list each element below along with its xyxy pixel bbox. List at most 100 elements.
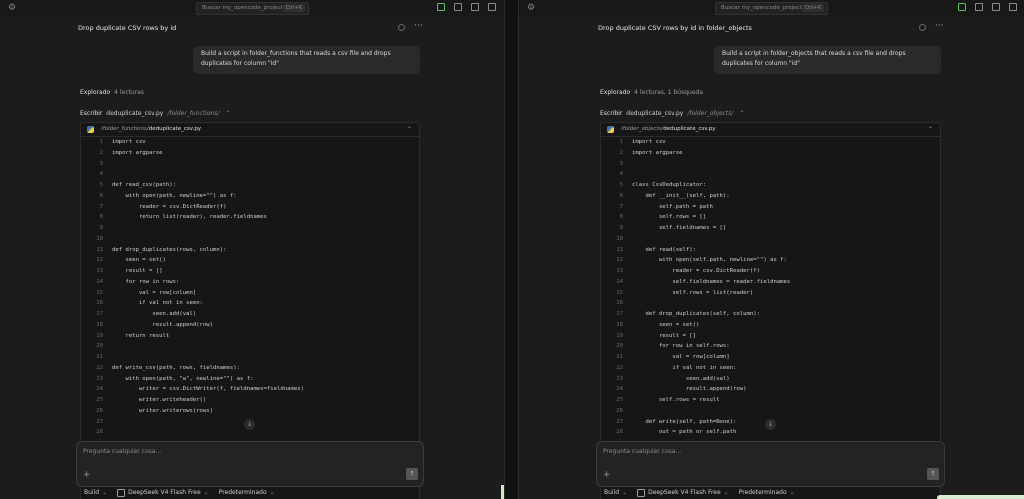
terminal-panel-icon[interactable]	[454, 3, 462, 11]
line-number: 26	[616, 407, 623, 414]
plus-icon[interactable]: +	[83, 471, 91, 480]
line-number: 20	[616, 343, 623, 350]
write-path: /folder_functions/	[167, 110, 220, 117]
code-text: val = row[column]	[632, 354, 730, 360]
code-text: result = []	[632, 332, 696, 339]
mode-select[interactable]: Build ⌄	[604, 486, 627, 499]
code-line: 14 for row in rows:	[81, 277, 419, 288]
model-icon	[117, 488, 126, 497]
line-number: 16	[616, 300, 623, 307]
editor-header[interactable]: /folder_functions/deduplicate_csv.py ⌃	[81, 123, 419, 137]
mode-select[interactable]: Build ⌄	[84, 486, 107, 499]
chevron-toggle-icon[interactable]: ⌃	[407, 123, 412, 136]
code-line: 10	[601, 234, 940, 245]
code-text: import argparse	[112, 149, 163, 156]
files-panel-icon[interactable]	[488, 3, 496, 11]
window-edge	[501, 485, 504, 499]
code-line: 22 def write_csv(path, rows, fieldnames):	[81, 363, 419, 374]
code-line: 26 writer.writerows(rows)	[81, 406, 419, 417]
chevron-down-icon: ⌄	[102, 489, 108, 496]
line-number: 2	[99, 149, 103, 156]
line-number: 1	[99, 139, 103, 145]
editor-path: /folder_objects/deduplicate_csv.py	[621, 123, 716, 136]
chevron-up-icon[interactable]: ⌃	[739, 110, 744, 117]
code-line: 12 seen = set()	[81, 255, 419, 266]
line-number: 3	[619, 160, 623, 167]
code-text: reader = csv.DictReader(f)	[632, 268, 760, 274]
code-text: reader = csv.DictReader(f)	[112, 203, 227, 210]
editor-header[interactable]: /folder_objects/deduplicate_csv.py ⌃	[601, 123, 940, 137]
scroll-down-icon[interactable]: ↓	[244, 419, 255, 430]
code-line: 12 with open(self.path, newline="") as f…	[601, 255, 940, 266]
code-line: 11 def drop_duplicates(rows, column):	[81, 245, 419, 256]
more-options-icon[interactable]: ···	[414, 21, 423, 31]
search-placeholder: Buscar my_opencode_project	[721, 5, 802, 11]
right-window: ⚙ Buscar my_opencode_project Ctrl+K Drop…	[518, 0, 1024, 499]
variant-select[interactable]: Predeterminado ⌄	[739, 486, 795, 499]
plus-icon[interactable]: +	[603, 471, 611, 480]
composer[interactable]: Pregunta cualquier cosa... + ↑	[76, 441, 424, 487]
line-number: 23	[96, 375, 103, 382]
sidebar-toggle-icon[interactable]	[471, 3, 479, 11]
sidebar-toggle-icon[interactable]	[992, 3, 1000, 11]
review-panel-icon[interactable]	[437, 3, 445, 11]
variant-label: Predeterminado	[218, 489, 267, 496]
search-placeholder: Buscar my_opencode_project	[202, 5, 283, 11]
explored-status[interactable]: Explorado 4 lecturas, 1 búsqueda	[600, 89, 703, 96]
explored-status[interactable]: Explorado 4 lecturas	[80, 89, 144, 96]
send-icon[interactable]: ↑	[927, 468, 939, 480]
line-number: 14	[616, 278, 623, 285]
explored-detail: 4 lecturas, 1 búsqueda	[634, 89, 703, 96]
code-lines: 1 import csv 2 import argparse 3 4 5 def read_c…	[81, 137, 419, 438]
line-number: 2	[619, 149, 623, 156]
line-number: 19	[96, 332, 103, 339]
composer[interactable]: Pregunta cualquier cosa... + ↑	[596, 441, 945, 487]
variant-select[interactable]: Predeterminado ⌄	[219, 486, 275, 499]
line-number: 15	[96, 289, 103, 296]
gear-icon[interactable]: ⚙	[8, 3, 16, 13]
code-text: def write(self, path=None):	[632, 418, 737, 425]
line-number: 8	[619, 214, 623, 221]
code-text: def read(self):	[632, 246, 696, 253]
search-input[interactable]: Buscar my_opencode_project Ctrl+K	[715, 2, 828, 15]
code-text: seen = set()	[112, 257, 166, 264]
line-number: 6	[99, 192, 103, 199]
model-select[interactable]: DeepSeek V4 Flash Free ⌄	[117, 486, 209, 499]
explored-label: Explorado	[600, 89, 631, 96]
write-path: /folder_objects/	[687, 110, 734, 117]
model-select[interactable]: DeepSeek V4 Flash Free ⌄	[637, 486, 729, 499]
write-status[interactable]: Escribir deduplicate_csv.py/folder_functi…	[80, 110, 231, 117]
code-line: 9	[81, 223, 419, 234]
terminal-panel-icon[interactable]	[975, 3, 983, 11]
line-number: 8	[99, 214, 103, 221]
composer-placeholder: Pregunta cualquier cosa...	[603, 448, 682, 455]
write-status[interactable]: Escribir deduplicate_csv.py/folder_object…	[600, 110, 744, 117]
chevron-up-icon[interactable]: ⌃	[225, 110, 230, 117]
files-panel-icon[interactable]	[1009, 3, 1017, 11]
window-gap	[504, 0, 518, 499]
send-icon[interactable]: ↑	[406, 468, 418, 480]
line-number: 12	[96, 257, 103, 264]
scroll-down-icon[interactable]: ↓	[765, 419, 776, 430]
line-number: 27	[616, 418, 623, 425]
line-number: 24	[96, 386, 103, 393]
model-label: DeepSeek V4 Flash Free	[648, 489, 721, 496]
code-line: 2 import argparse	[81, 148, 419, 159]
variant-label: Predeterminado	[738, 489, 787, 496]
gear-icon[interactable]: ⚙	[527, 3, 535, 13]
code-text: def drop_duplicates(rows, column):	[112, 246, 227, 253]
review-panel-icon[interactable]	[958, 3, 966, 11]
code-text: with open(path, newline="") as f:	[112, 192, 237, 199]
loading-spinner-icon	[398, 24, 405, 31]
top-bar: ⚙ Buscar my_opencode_project Ctrl+K	[519, 0, 1024, 16]
code-line: 4	[81, 169, 419, 180]
code-line: 24 writer = csv.DictWriter(f, fieldnames…	[81, 384, 419, 395]
line-number: 3	[99, 160, 103, 167]
line-number: 14	[96, 278, 103, 285]
chevron-toggle-icon[interactable]: ⌃	[928, 123, 933, 136]
search-input[interactable]: Buscar my_opencode_project Ctrl+K	[196, 2, 309, 15]
code-text: self.rows = []	[632, 214, 707, 221]
code-line: 5 class CsvDeduplicator:	[601, 180, 940, 191]
code-text: def read_csv(path):	[112, 182, 176, 188]
more-options-icon[interactable]: ···	[935, 21, 944, 31]
